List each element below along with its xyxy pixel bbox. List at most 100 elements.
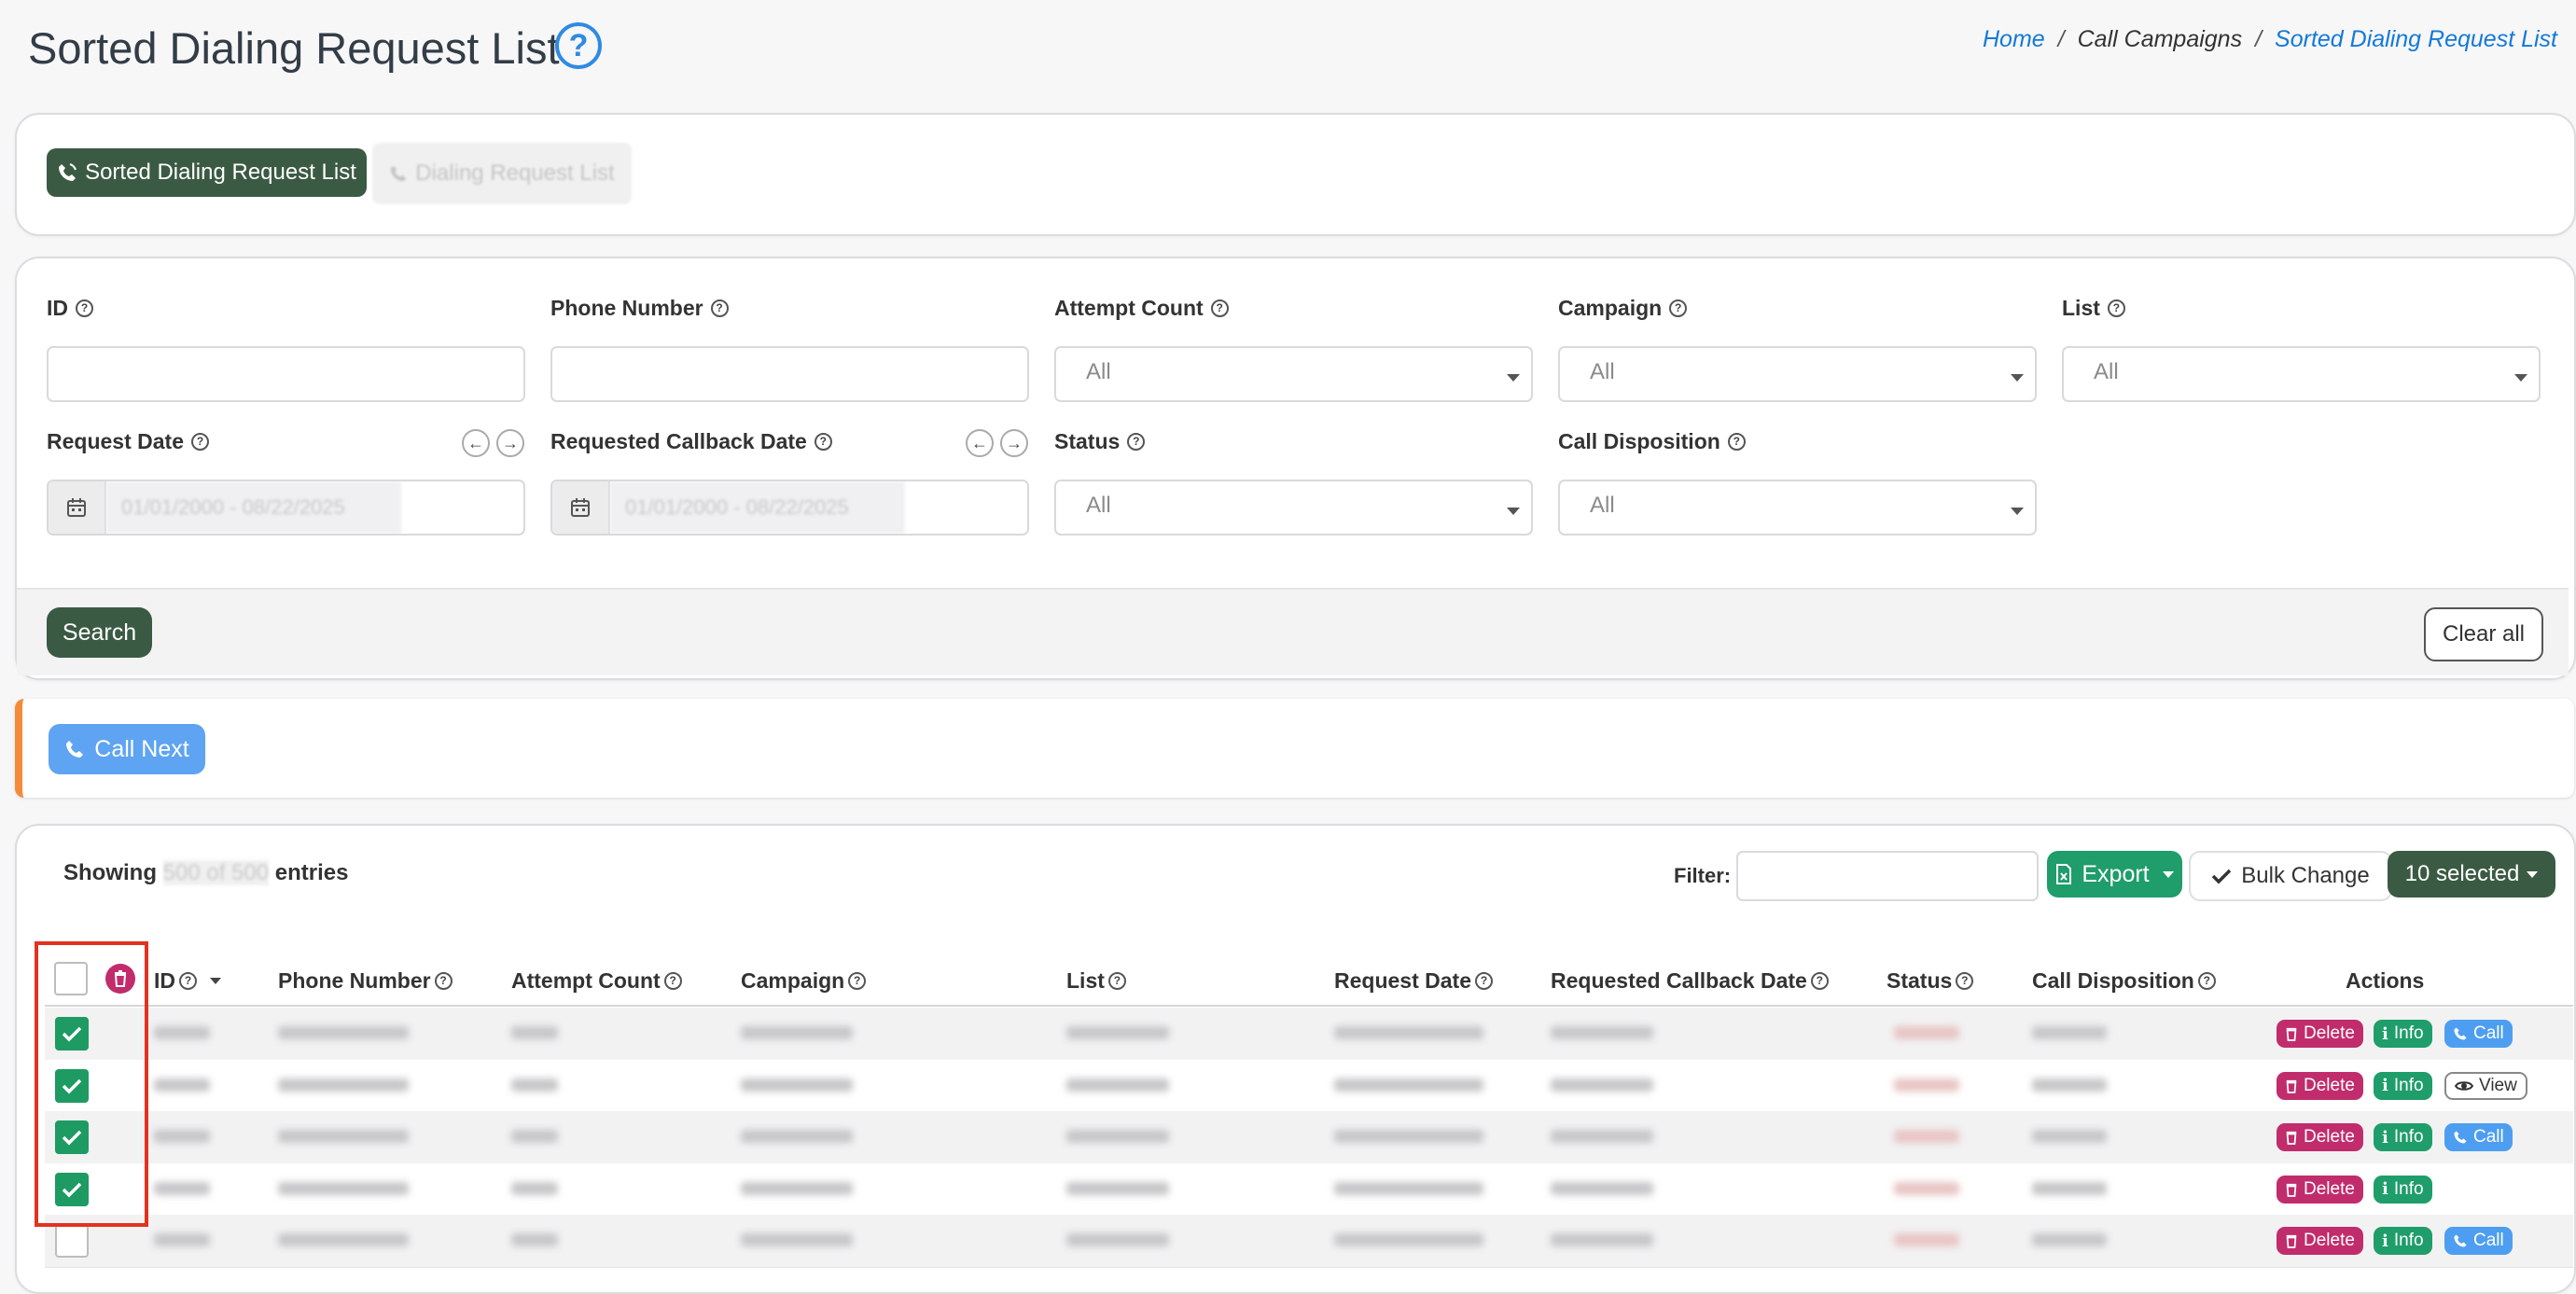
action-label: Info	[2393, 1231, 2424, 1250]
help-icon[interactable]: ?	[848, 972, 867, 990]
arrow-right-icon[interactable]: →	[1000, 429, 1028, 457]
tab-sorted-dialing-request-list[interactable]: Sorted Dialing Request List	[47, 148, 367, 197]
header-call-disposition[interactable]: Call Disposition?	[2032, 968, 2216, 994]
attempt-count-select[interactable]: All	[1054, 346, 1533, 402]
redacted-cell	[1551, 1233, 1653, 1246]
help-icon[interactable]: ?	[434, 972, 453, 990]
table-row	[45, 1162, 2573, 1216]
info-button[interactable]: i Info	[2374, 1175, 2432, 1204]
chevron-down-icon	[2514, 374, 2527, 382]
delete-button[interactable]: Delete	[2277, 1071, 2363, 1100]
call-button[interactable]: Call	[2444, 1227, 2513, 1255]
date-range-value: 01/01/2000 - 08/22/2025	[106, 481, 401, 534]
header-requested-callback-date[interactable]: Requested Callback Date?	[1551, 968, 1829, 994]
bulk-change-button[interactable]: Bulk Change	[2189, 851, 2392, 901]
phone-icon	[2454, 1131, 2467, 1144]
header-campaign[interactable]: Campaign?	[741, 968, 867, 994]
header-id[interactable]: ID?	[154, 968, 221, 994]
help-icon[interactable]: ?	[190, 433, 209, 451]
chevron-down-icon	[2011, 508, 2024, 515]
request-date-label-text: Request Date	[47, 429, 184, 453]
header-request-date[interactable]: Request Date?	[1334, 968, 1493, 994]
phone-number-input[interactable]	[550, 346, 1029, 402]
help-icon[interactable]: ?	[1127, 433, 1146, 451]
table-row	[45, 1215, 2573, 1268]
table-filter-input[interactable]	[1736, 851, 2039, 901]
help-icon[interactable]: ?	[76, 299, 93, 317]
action-label: Delete	[2304, 1075, 2355, 1095]
help-icon[interactable]: ?	[179, 972, 197, 990]
help-icon[interactable]: ?	[1810, 972, 1829, 990]
help-icon[interactable]: ?	[710, 299, 729, 317]
breadcrumb-home-link[interactable]: Home	[1983, 26, 2045, 52]
export-button[interactable]: Export	[2047, 851, 2182, 897]
campaign-label: Campaign?	[1558, 296, 1688, 321]
delete-button[interactable]: Delete	[2277, 1175, 2363, 1204]
redacted-cell	[154, 1181, 210, 1195]
help-icon[interactable]: ?	[555, 22, 602, 69]
header-list[interactable]: List?	[1066, 968, 1126, 994]
help-icon[interactable]: ?	[1669, 299, 1688, 317]
clear-all-button[interactable]: Clear all	[2424, 607, 2543, 661]
table-header-rule	[45, 1005, 2573, 1007]
export-label: Export	[2082, 860, 2150, 887]
attempt-count-label: Attempt Count?	[1054, 296, 1229, 321]
phone-icon	[2454, 1234, 2467, 1247]
calendar-icon[interactable]	[552, 481, 610, 534]
arrow-left-icon[interactable]: ←	[462, 429, 490, 457]
info-button[interactable]: i Info	[2374, 1020, 2432, 1048]
showing-prefix: Showing	[63, 860, 157, 885]
header-phone-number[interactable]: Phone Number?	[278, 968, 453, 994]
header-label: Phone Number	[278, 968, 431, 993]
filter-label: Filter:	[1674, 864, 1732, 887]
status-label: Status?	[1054, 429, 1146, 454]
status-select[interactable]: All	[1054, 480, 1533, 536]
table-row	[45, 1111, 2573, 1164]
delete-button[interactable]: Delete	[2277, 1227, 2363, 1255]
help-icon[interactable]: ?	[1474, 972, 1493, 990]
call-next-button[interactable]: Call Next	[49, 724, 205, 774]
delete-button[interactable]: Delete	[2277, 1020, 2363, 1048]
list-select[interactable]: All	[2062, 346, 2541, 402]
help-icon[interactable]: ?	[2197, 972, 2216, 990]
row-checkbox[interactable]	[55, 1224, 89, 1258]
help-icon[interactable]: ?	[1210, 299, 1229, 317]
call-button[interactable]: Call	[2444, 1123, 2513, 1151]
view-button[interactable]: View	[2444, 1071, 2527, 1100]
info-button[interactable]: i Info	[2374, 1123, 2432, 1151]
header-attempt-count[interactable]: Attempt Count?	[511, 968, 682, 994]
calendar-icon[interactable]	[49, 481, 106, 534]
info-button[interactable]: i Info	[2374, 1227, 2432, 1255]
requested-callback-date-range-input[interactable]: 01/01/2000 - 08/22/2025	[550, 480, 1029, 536]
help-icon[interactable]: ?	[1727, 433, 1746, 451]
help-icon[interactable]: ?	[814, 433, 832, 451]
breadcrumb-current-link[interactable]: Sorted Dialing Request List	[2275, 26, 2557, 52]
help-icon[interactable]: ?	[2107, 299, 2125, 317]
tab-dialing-request-list[interactable]: Dialing Request List	[372, 143, 632, 204]
arrow-right-icon[interactable]: →	[496, 429, 524, 457]
selected-count-dropdown[interactable]: 10 selected	[2388, 851, 2555, 897]
request-date-range-input[interactable]: 01/01/2000 - 08/22/2025	[47, 480, 525, 536]
redacted-cell	[1894, 1233, 1959, 1246]
header-status[interactable]: Status?	[1887, 968, 1974, 994]
requested-callback-date-label-text: Requested Callback Date	[550, 429, 807, 453]
redacted-cell	[2032, 1130, 2107, 1143]
delete-button[interactable]: Delete	[2277, 1123, 2363, 1151]
caret-down-icon	[2162, 870, 2174, 878]
action-label: Delete	[2304, 1127, 2355, 1147]
select-value: All	[1590, 493, 1615, 518]
help-icon[interactable]: ?	[1107, 972, 1126, 990]
help-icon[interactable]: ?	[663, 972, 682, 990]
search-button[interactable]: Search	[47, 607, 152, 658]
redacted-cell	[511, 1078, 558, 1092]
select-value: All	[1086, 359, 1111, 384]
header-label: Request Date	[1334, 968, 1471, 993]
id-input[interactable]	[47, 346, 525, 402]
info-button[interactable]: i Info	[2374, 1071, 2432, 1100]
campaign-select[interactable]: All	[1558, 346, 2037, 402]
select-value: All	[1086, 493, 1111, 518]
call-disposition-select[interactable]: All	[1558, 480, 2037, 536]
call-button[interactable]: Call	[2444, 1020, 2513, 1048]
arrow-left-icon[interactable]: ←	[966, 429, 994, 457]
help-icon[interactable]: ?	[1956, 972, 1974, 990]
